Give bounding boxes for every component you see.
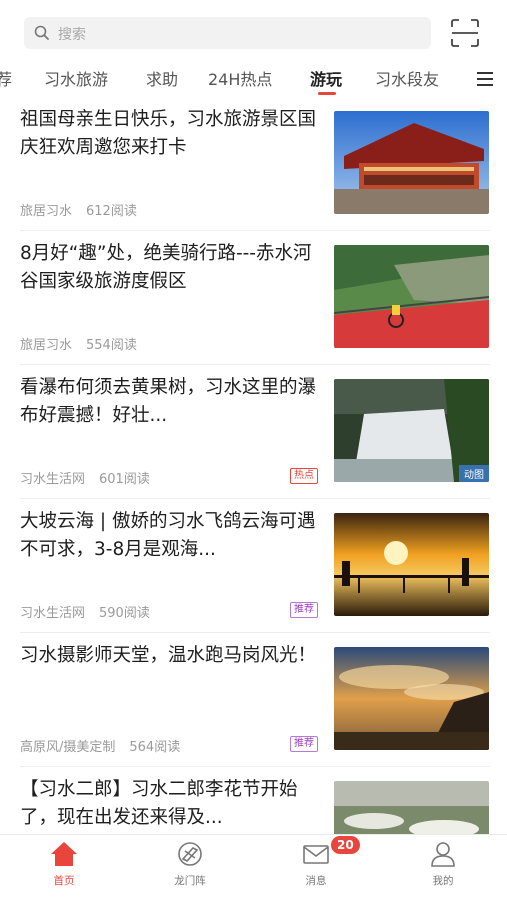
article-item[interactable]: 习水摄影师天堂，温水跑马岗风光！ 高原风/摄美定制 564阅读 推荐: [20, 632, 490, 767]
active-tab-indicator: [318, 92, 336, 95]
scan-icon[interactable]: [450, 18, 480, 48]
user-icon: [429, 842, 457, 871]
nav-label: 首页: [53, 875, 75, 887]
article-reads: 554阅读: [86, 338, 137, 353]
mail-icon: [302, 845, 330, 871]
article-title: 看瀑布何须去黄果树，习水这里的瀑布好震撼！好壮...: [20, 377, 317, 426]
article-source: 旅居习水: [20, 204, 73, 219]
tab-24h-hot[interactable]: 24H热点: [208, 66, 272, 90]
article-meta: 旅居习水 612阅读: [20, 200, 137, 219]
tab-recommend[interactable]: 荐: [0, 66, 12, 90]
recommend-badge: 推荐: [290, 602, 318, 618]
menu-icon[interactable]: [477, 71, 493, 90]
nav-label: 我的: [432, 875, 454, 887]
article-source: 高原风/摄美定制: [20, 740, 116, 755]
nav-home[interactable]: 首页: [24, 841, 104, 888]
article-title: 祖国母亲生日快乐，习水旅游景区国庆狂欢周邀您来打卡: [20, 109, 317, 158]
channel-tabs: 荐 习水旅游 求助 24H热点 游玩 习水段友: [0, 62, 507, 96]
compass-icon: [176, 842, 204, 871]
search-bar[interactable]: 搜索: [24, 17, 431, 49]
article-meta: 习水生活网 601阅读: [20, 468, 150, 487]
bottom-navigation: 首页 龙门阵 消息 我的: [0, 834, 507, 901]
tab-xishui-friends[interactable]: 习水段友: [375, 66, 439, 90]
article-thumbnail: [334, 111, 489, 214]
article-title: 【习水二郎】习水二郎李花节开始了，现在出发还来得及...: [20, 779, 298, 828]
home-icon: [50, 842, 78, 871]
article-title: 习水摄影师天堂，温水跑马岗风光！: [20, 645, 317, 666]
article-reads: 590阅读: [99, 606, 150, 621]
nav-profile[interactable]: 我的: [403, 841, 483, 888]
article-item[interactable]: 祖国母亲生日快乐，习水旅游景区国庆狂欢周邀您来打卡 旅居习水 612阅读: [20, 96, 490, 231]
top-bar: 搜索: [0, 0, 507, 62]
tab-xishui-travel[interactable]: 习水旅游: [44, 66, 108, 90]
article-meta: 旅居习水 554阅读: [20, 334, 137, 353]
article-reads: 612阅读: [86, 204, 137, 219]
hot-badge: 热点: [290, 468, 318, 484]
tab-help[interactable]: 求助: [146, 66, 178, 90]
article-title: 大坡云海 | 傲娇的习水飞鸽云海可遇不可求，3-8月是观海...: [20, 511, 316, 560]
article-source: 习水生活网: [20, 606, 86, 621]
search-placeholder: 搜索: [58, 27, 86, 43]
article-meta: 习水生活网 590阅读: [20, 602, 150, 621]
tab-play[interactable]: 游玩: [310, 66, 342, 90]
recommend-badge: 推荐: [290, 736, 318, 752]
article-item[interactable]: 大坡云海 | 傲娇的习水飞鸽云海可遇不可求，3-8月是观海... 习水生活网 59…: [20, 498, 490, 633]
article-thumbnail: [334, 513, 489, 616]
message-count-badge: 20: [331, 836, 360, 854]
article-reads: 564阅读: [129, 740, 181, 755]
article-thumbnail: [334, 245, 489, 348]
article-source: 旅居习水: [20, 338, 73, 353]
article-thumbnail: 动图: [334, 379, 489, 482]
search-icon: [34, 25, 50, 45]
article-source: 习水生活网: [20, 472, 86, 487]
nav-label: 龙门阵: [174, 875, 206, 887]
nav-label: 消息: [305, 875, 327, 887]
gif-tag: 动图: [459, 465, 489, 482]
article-meta: 高原风/摄美定制 564阅读: [20, 736, 180, 755]
article-thumbnail: [334, 647, 489, 750]
article-item[interactable]: 8月好“趣”处，绝美骑行路---赤水河谷国家级旅游度假区 旅居习水 554阅读: [20, 230, 490, 365]
nav-longmenzhen[interactable]: 龙门阵: [150, 841, 230, 888]
article-item[interactable]: 看瀑布何须去黄果树，习水这里的瀑布好震撼！好壮... 习水生活网 601阅读 热点…: [20, 364, 490, 499]
article-title: 8月好“趣”处，绝美骑行路---赤水河谷国家级旅游度假区: [20, 243, 312, 292]
article-reads: 601阅读: [99, 472, 150, 487]
